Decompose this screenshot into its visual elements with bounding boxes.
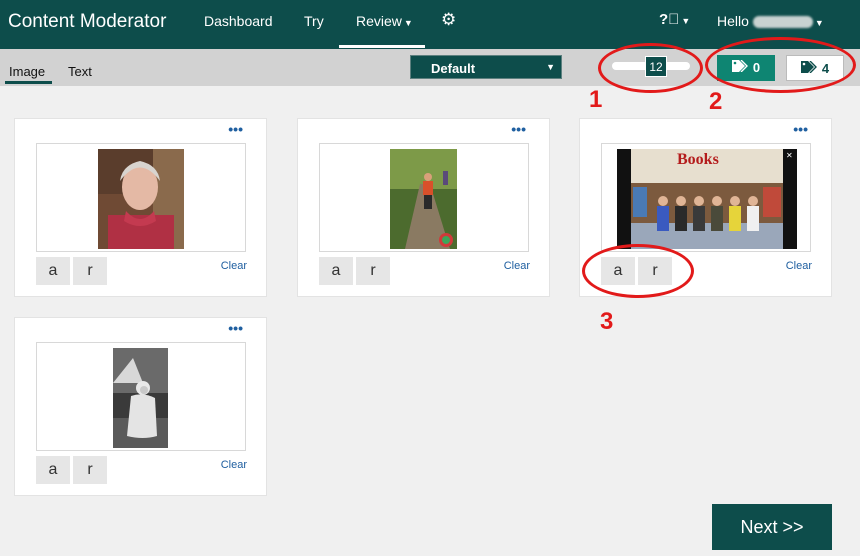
nav-review-active-indicator [339, 45, 425, 48]
top-navbar: Content Moderator Dashboard Try Review ▼ … [0, 0, 860, 49]
more-options-icon[interactable]: ••• [228, 121, 243, 137]
image-thumbnail-frame [36, 342, 246, 451]
accept-button[interactable]: a [36, 257, 70, 285]
reject-button[interactable]: r [73, 456, 107, 484]
caret-down-icon: ▼ [814, 18, 824, 28]
caret-down-icon: ▼ [403, 18, 413, 28]
more-options-icon[interactable]: ••• [511, 121, 526, 137]
next-button[interactable]: Next >> [712, 504, 832, 550]
caret-down-icon: ▼ [681, 16, 691, 26]
team-select[interactable]: Default ▼ [410, 55, 562, 79]
accept-button[interactable]: a [319, 257, 353, 285]
gear-icon[interactable]: ⚙ [441, 10, 456, 30]
clear-link[interactable]: Clear [786, 260, 812, 272]
close-icon: ✕ [786, 151, 793, 160]
photo-runner [390, 149, 457, 249]
help-icon: ?⃝ [659, 11, 680, 28]
annotation-number-2: 2 [709, 88, 723, 115]
photo-bookstore-group: Books ✕ [617, 149, 797, 249]
clear-link[interactable]: Clear [221, 459, 247, 471]
team-select-value: Default [431, 61, 476, 76]
annotation-circle-3 [582, 244, 694, 298]
annotation-number-3: 3 [600, 308, 614, 335]
books-sign: Books [677, 151, 719, 168]
photo-vintage-child [113, 348, 168, 448]
user-menu[interactable]: Hello ▼ [717, 13, 824, 29]
more-options-icon[interactable]: ••• [228, 320, 243, 336]
help-menu[interactable]: ?⃝ ▼ [659, 11, 690, 28]
image-thumbnail-frame [319, 143, 529, 252]
tab-text[interactable]: Text [68, 64, 92, 79]
reject-button[interactable]: r [356, 257, 390, 285]
image-thumbnail-frame: Books ✕ [601, 143, 811, 252]
reject-button[interactable]: r [73, 257, 107, 285]
review-card: ••• a r Clear [14, 118, 267, 297]
image-thumbnail-frame [36, 143, 246, 252]
tab-image[interactable]: Image [9, 64, 45, 79]
accept-button[interactable]: a [36, 456, 70, 484]
annotation-number-1: 1 [589, 86, 603, 113]
review-card: ••• a r Clear [14, 317, 267, 496]
more-options-icon[interactable]: ••• [793, 121, 808, 137]
nav-review-label: Review [356, 13, 402, 29]
review-card: ••• a r Clear [297, 118, 550, 297]
clear-link[interactable]: Clear [221, 260, 247, 272]
tab-image-active-indicator [5, 81, 52, 84]
annotation-circle-1 [598, 43, 703, 93]
photo-older-woman [98, 149, 184, 249]
nav-try[interactable]: Try [304, 13, 324, 29]
annotation-circle-2 [705, 37, 856, 93]
clear-link[interactable]: Clear [504, 260, 530, 272]
dropdown-arrow-icon: ▼ [546, 62, 555, 72]
nav-review[interactable]: Review ▼ [356, 13, 413, 29]
redacted-username [752, 16, 813, 29]
user-greeting: Hello [717, 13, 749, 29]
nav-dashboard[interactable]: Dashboard [204, 13, 273, 29]
app-title[interactable]: Content Moderator [8, 11, 166, 33]
